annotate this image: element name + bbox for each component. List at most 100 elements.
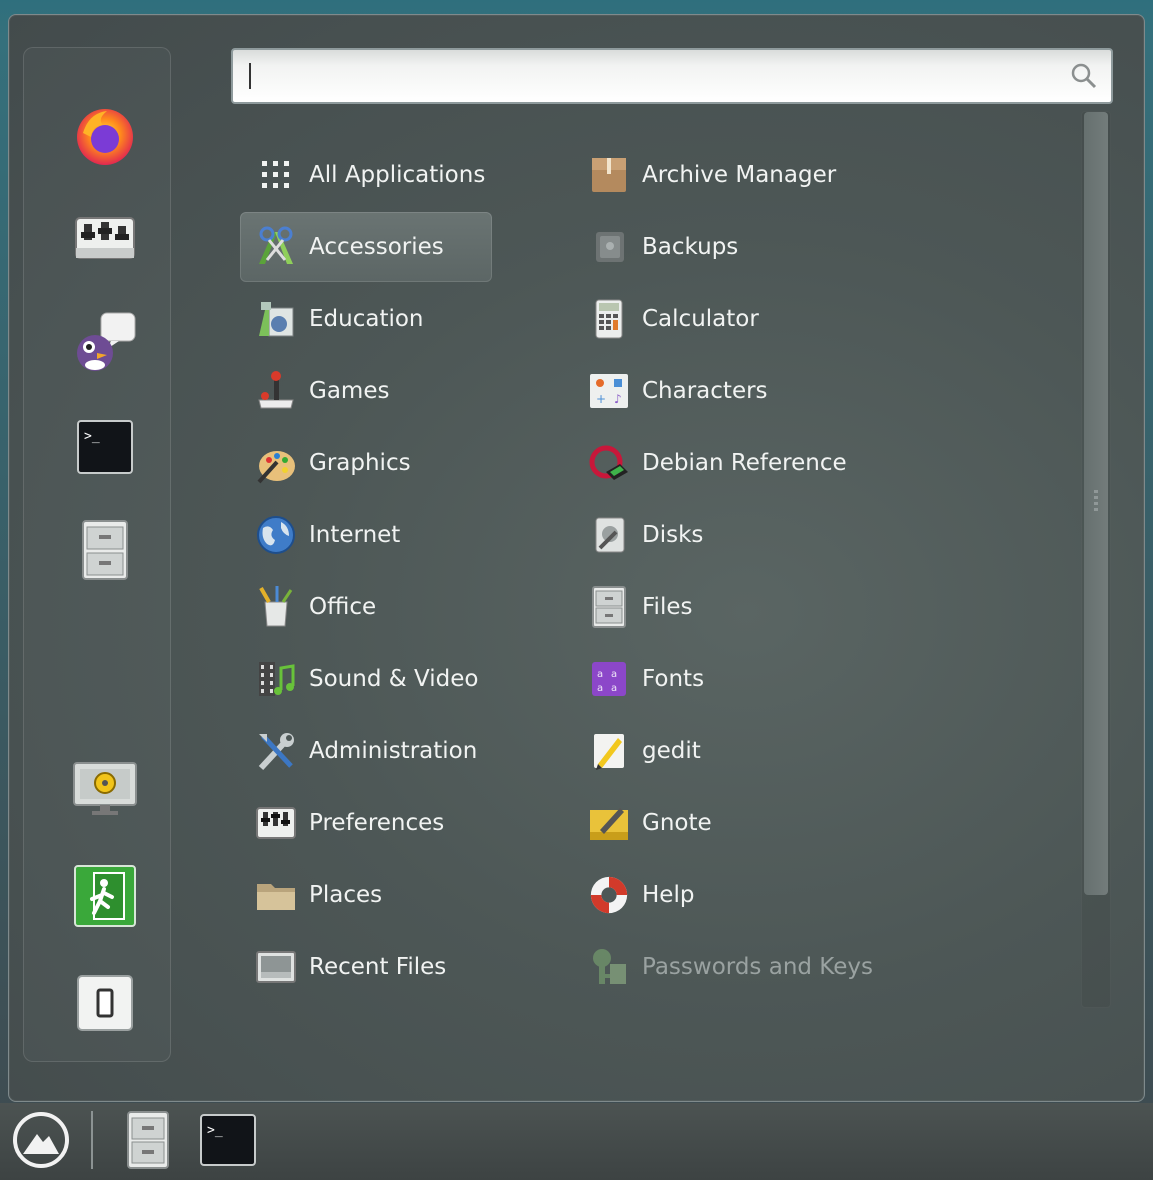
folder-icon [255,874,297,916]
category-sound-video[interactable]: Sound & Video [240,644,492,714]
note-icon [588,802,630,844]
category-education[interactable]: Education [240,284,492,354]
education-icon [255,298,297,340]
svg-text:+: + [596,392,606,406]
scrollbar-grip [1094,490,1098,512]
app-label: Characters [642,378,768,404]
category-administration[interactable]: Administration [240,716,492,786]
category-preferences[interactable]: Preferences [240,788,492,858]
taskbar: >_ [0,1103,1153,1180]
search-input[interactable] [231,48,1113,104]
files-cabinet-icon [588,586,630,628]
category-games[interactable]: Games [240,356,492,426]
grid-icon [255,154,297,196]
svg-text:>_: >_ [207,1123,223,1138]
menu-button[interactable] [8,1107,74,1173]
favorite-settings[interactable] [71,205,139,273]
terminal-icon: >_ [77,420,133,474]
cinnamon-menu-icon [13,1112,69,1168]
debian-reference-icon [588,442,630,484]
app-passwords-and-keys[interactable]: Passwords and Keys [573,932,1053,1002]
files-cabinet-icon [127,1111,169,1169]
category-internet[interactable]: Internet [240,500,492,570]
keys-icon [588,946,630,988]
firefox-icon [77,109,133,165]
app-calculator[interactable]: Calculator [573,284,1053,354]
lock-screen-icon [73,762,137,815]
favorite-logout[interactable] [71,862,139,930]
recent-files-icon [255,946,297,988]
office-icon [255,586,297,628]
app-archive-manager[interactable]: Archive Manager [573,140,1053,210]
svg-text:a: a [597,669,603,680]
app-help[interactable]: Help [573,860,1053,930]
app-gedit[interactable]: gedit [573,716,1053,786]
category-accessories[interactable]: Accessories [240,212,492,282]
category-label: Office [309,594,377,620]
taskbar-separator [91,1111,93,1169]
category-label: Sound & Video [309,666,479,692]
search-icon [1071,63,1097,89]
app-label: Debian Reference [642,450,847,476]
category-label: Preferences [309,810,445,836]
category-all-applications[interactable]: All Applications [240,140,492,210]
category-recent-files[interactable]: Recent Files [240,932,492,1002]
favorite-pidgin[interactable] [71,307,139,375]
category-label: All Applications [309,162,486,188]
text-editor-icon [588,730,630,772]
app-label: Gnote [642,810,712,836]
pidgin-chat-icon [77,312,136,371]
category-label: Education [309,306,424,332]
scrollbar[interactable] [1081,111,1111,1008]
app-label: Fonts [642,666,705,692]
category-places[interactable]: Places [240,860,492,930]
svg-text:♪: ♪ [614,392,622,406]
shutdown-icon [77,975,133,1031]
disks-icon [588,514,630,556]
favorite-firefox[interactable] [71,101,139,169]
favorite-files[interactable] [71,516,139,584]
category-label: Administration [309,738,478,764]
category-office[interactable]: Office [240,572,492,642]
calculator-icon [588,298,630,340]
app-label: Passwords and Keys [642,954,873,980]
taskbar-terminal[interactable]: >_ [195,1107,261,1173]
category-label: Accessories [309,234,444,260]
svg-text:a: a [597,683,603,694]
app-gnote[interactable]: Gnote [573,788,1053,858]
app-fonts[interactable]: aaaa Fonts [573,644,1053,714]
internet-globe-icon [255,514,297,556]
games-icon [255,370,297,412]
app-label: gedit [642,738,701,764]
category-graphics[interactable]: Graphics [240,428,492,498]
app-debian-reference[interactable]: Debian Reference [573,428,1053,498]
svg-text:a: a [611,669,617,680]
app-characters[interactable]: + ♪ Characters [573,356,1053,426]
scrollbar-thumb[interactable] [1084,112,1108,895]
app-label: Help [642,882,695,908]
accessories-icon [255,226,297,268]
characters-icon: + ♪ [588,370,630,412]
backups-icon [588,226,630,268]
settings-mixer-icon [75,217,135,259]
category-label: Recent Files [309,954,447,980]
favorite-terminal[interactable]: >_ [71,413,139,481]
favorite-lock-screen[interactable] [71,756,139,824]
category-label: Graphics [309,450,411,476]
administration-icon [255,730,297,772]
app-files[interactable]: Files [573,572,1053,642]
app-label: Disks [642,522,704,548]
app-backups[interactable]: Backups [573,212,1053,282]
svg-text:>_: >_ [84,429,100,444]
favorite-shutdown[interactable] [71,969,139,1037]
preferences-icon [255,802,297,844]
archive-box-icon [588,154,630,196]
category-label: Places [309,882,383,908]
app-label: Calculator [642,306,759,332]
taskbar-files[interactable] [115,1107,181,1173]
files-cabinet-icon [82,520,128,580]
category-label: Internet [309,522,401,548]
app-label: Archive Manager [642,162,837,188]
category-label: Games [309,378,390,404]
app-disks[interactable]: Disks [573,500,1053,570]
